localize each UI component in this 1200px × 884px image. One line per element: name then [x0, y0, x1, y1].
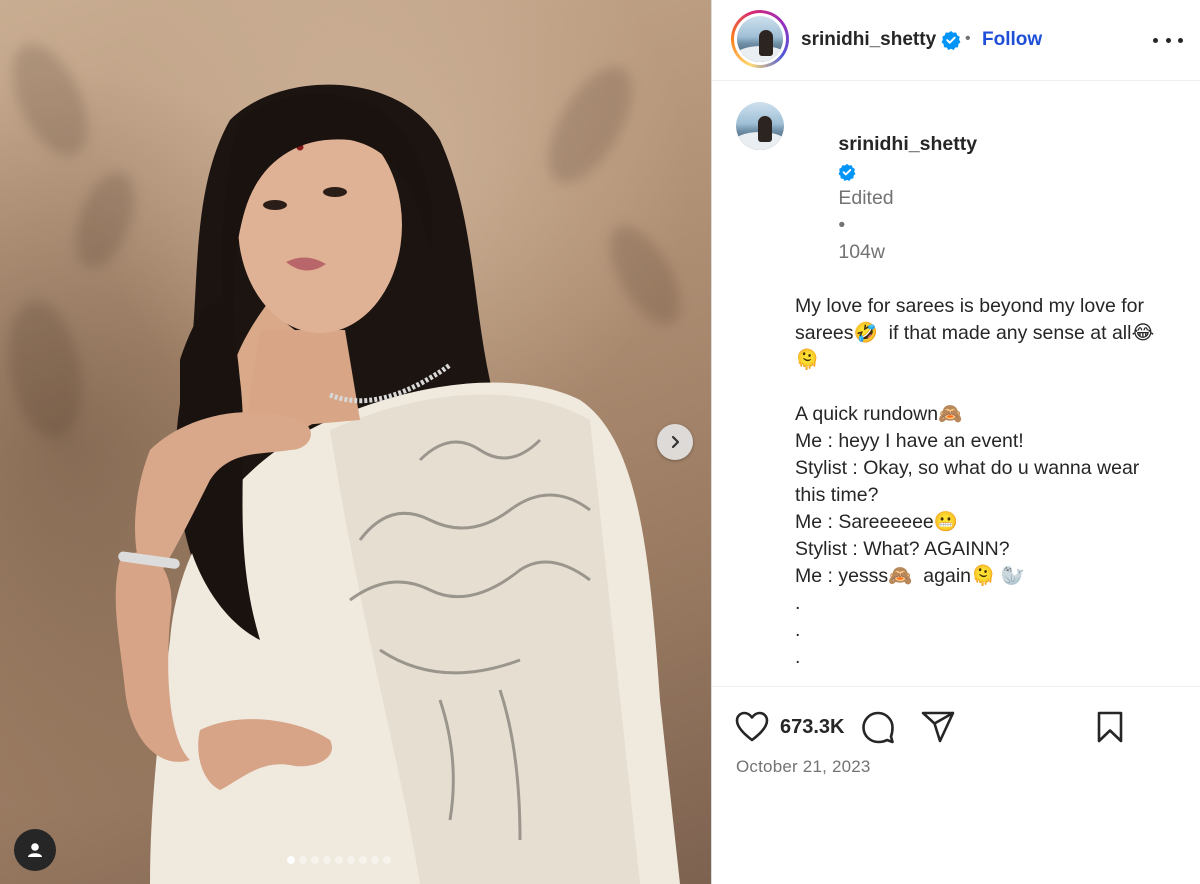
user-tag-icon [28, 843, 42, 857]
carousel-dot [299, 856, 307, 864]
caption-line: sarees🤣 if that made any sense at all😂 [795, 322, 1155, 344]
meta-separator: • [838, 214, 846, 236]
portrait-illustration [115, 84, 680, 884]
caption-avatar[interactable] [736, 102, 784, 150]
user-tags-button[interactable] [14, 829, 56, 871]
caption-line: . [795, 592, 801, 614]
caption-line: Me : yesss🙈 again🫠 🦭 [795, 565, 1025, 587]
header-separator: • [965, 30, 971, 47]
carousel-dot [347, 856, 355, 864]
more-options-icon[interactable] [1153, 28, 1183, 52]
carousel-dot [311, 856, 319, 864]
like-count[interactable]: 673.3K [780, 716, 845, 739]
caption-line: . [795, 646, 801, 668]
verified-badge-icon [941, 30, 961, 50]
comment-icon [862, 711, 894, 744]
actions-bar: 673.3K October 21, 2023 [712, 686, 1200, 884]
caption: srinidhi_shetty Edited • 104w My love fo… [795, 104, 1190, 686]
caption-line: Stylist : Okay, so what do u wanna wear [795, 457, 1140, 479]
caption-line: this time? [795, 484, 879, 506]
caption-line: . [795, 673, 801, 686]
comments-section[interactable]: srinidhi_shetty Edited • 104w My love fo… [712, 82, 1200, 686]
heart-icon [735, 711, 769, 742]
carousel-dot [323, 856, 331, 864]
profile-avatar[interactable] [731, 10, 789, 68]
caption-line [795, 374, 1190, 401]
carousel-indicator [287, 856, 391, 864]
carousel-next-button[interactable] [657, 424, 693, 460]
carousel-dot [335, 856, 343, 864]
caption-line: Me : heyy I have an event! [795, 430, 1024, 452]
edited-label: Edited [838, 187, 894, 209]
caption-line: A quick rundown🙈 [795, 403, 963, 425]
caption-line: My love for sarees is beyond my love for [795, 295, 1144, 317]
carousel-dot [287, 856, 295, 864]
carousel-dot [383, 856, 391, 864]
carousel-dot [359, 856, 367, 864]
share-button[interactable] [920, 709, 956, 745]
post-photo[interactable] [0, 0, 711, 884]
avatar-image [737, 16, 783, 62]
comment-button[interactable] [860, 709, 896, 745]
bookmark-icon [1097, 711, 1123, 743]
caption-username[interactable]: srinidhi_shetty [838, 133, 977, 155]
verified-badge-icon [838, 163, 856, 181]
carousel-dot [371, 856, 379, 864]
header-username[interactable]: srinidhi_shetty [801, 29, 961, 51]
save-button[interactable] [1092, 709, 1128, 745]
post-date[interactable]: October 21, 2023 [736, 757, 871, 777]
like-button[interactable] [734, 709, 770, 745]
caption-text: My love for sarees is beyond my love for… [795, 293, 1190, 686]
follow-button[interactable]: Follow [982, 29, 1042, 51]
caption-line: Me : Sareeeeee😬 [795, 511, 959, 533]
post-detail-panel: srinidhi_shetty • Follow srinidhi_shetty [711, 0, 1200, 884]
post-time-ago[interactable]: 104w [838, 241, 885, 263]
chevron-right-icon [671, 435, 680, 449]
caption-line: 🫠 [795, 349, 820, 371]
caption-line: . [795, 619, 801, 641]
post-header: srinidhi_shetty • Follow [712, 0, 1200, 81]
share-icon [921, 711, 955, 743]
caption-line: Stylist : What? AGAINN? [795, 538, 1010, 560]
